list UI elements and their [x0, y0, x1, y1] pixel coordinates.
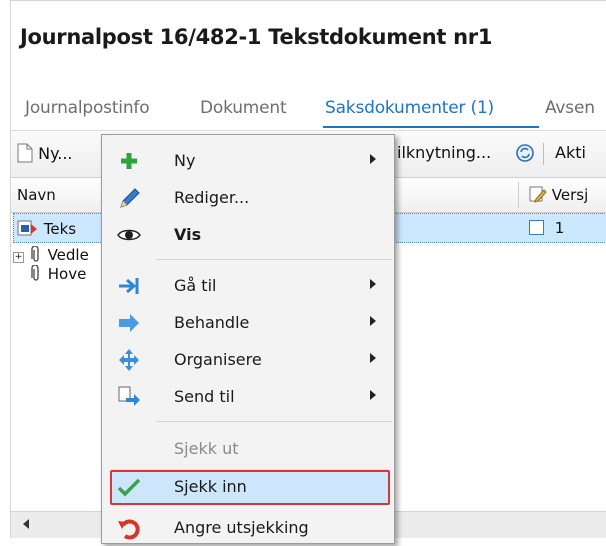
- refresh-icon-graphic: [516, 144, 534, 162]
- menu-item-sjekk-ut[interactable]: Sjekk ut: [102, 430, 394, 467]
- submenu-arrow-icon: [370, 316, 376, 326]
- new-button-label: Ny...: [38, 144, 73, 163]
- menu-item-ny[interactable]: Ny: [102, 142, 394, 179]
- menu-item-send-til[interactable]: Send til: [102, 378, 394, 415]
- submenu-arrow-icon: [370, 353, 376, 363]
- menu-item-vis[interactable]: Vis: [102, 216, 394, 253]
- plus-icon: [121, 153, 137, 169]
- version-checkbox[interactable]: [529, 220, 544, 235]
- column-separator[interactable]: [518, 182, 519, 208]
- version-cell[interactable]: 1: [529, 219, 564, 237]
- expand-icon[interactable]: +: [13, 252, 24, 263]
- new-button[interactable]: Ny...: [17, 143, 73, 163]
- link-button-label[interactable]: ilknytning...: [397, 143, 491, 162]
- menu-item-rediger[interactable]: Rediger...: [102, 179, 394, 216]
- table-row-document[interactable]: Teks: [17, 218, 76, 238]
- move-icon: [119, 349, 139, 371]
- send-icon: [118, 386, 140, 406]
- word-document-icon: [17, 220, 37, 236]
- submenu-arrow-icon: [370, 279, 376, 289]
- tab-journalpostinfo[interactable]: Journalpostinfo: [25, 98, 150, 118]
- paperclip-icon: [31, 264, 39, 281]
- tab-dokument[interactable]: Dokument: [200, 98, 287, 118]
- tree-item-label: Vedle: [47, 246, 89, 264]
- tree-item-label: Hove: [47, 265, 87, 283]
- pencil-icon: [120, 188, 140, 208]
- edit-document-icon: [529, 186, 547, 203]
- highlight-frame: [110, 470, 390, 505]
- column-header-name[interactable]: Navn: [17, 186, 56, 204]
- menu-separator: [156, 421, 392, 422]
- menu-item-behandle[interactable]: Behandle: [102, 304, 394, 341]
- tab-bar: Journalpostinfo Dokument Saksdokumenter …: [10, 60, 606, 130]
- version-value: 1: [554, 219, 565, 237]
- tab-saksdokumenter[interactable]: Saksdokumenter (1): [325, 98, 494, 118]
- column-header-version[interactable]: Versj: [529, 185, 588, 204]
- undo-icon: [118, 519, 140, 540]
- scroll-left-icon[interactable]: [23, 519, 29, 529]
- paperclip-icon: [31, 245, 39, 262]
- menu-item-angre-utsjekking[interactable]: Angre utsjekking: [102, 509, 394, 546]
- refresh-icon[interactable]: [515, 143, 535, 163]
- active-tab-indicator: [323, 126, 539, 128]
- window-title: Journalpost 16/482-1 Tekstdokument nr1: [10, 0, 606, 60]
- tree-item-attachments[interactable]: + Vedle: [13, 245, 89, 264]
- tab-avsender[interactable]: Avsen: [545, 98, 595, 118]
- menu-item-ga-til[interactable]: Gå til: [102, 267, 394, 304]
- process-arrow-icon: [119, 314, 139, 332]
- action-button-label[interactable]: Akti: [555, 143, 586, 162]
- eye-icon: [117, 229, 141, 241]
- toolbar-divider: [543, 143, 544, 165]
- document-icon: [17, 143, 33, 163]
- menu-item-organisere[interactable]: Organisere: [102, 341, 394, 378]
- submenu-arrow-icon: [370, 390, 376, 400]
- document-name: Teks: [43, 220, 77, 238]
- context-menu: Ny Rediger... Vis Gå til Behandle Organi…: [101, 134, 395, 544]
- column-header-version-label: Versj: [551, 186, 589, 204]
- tree-item-main[interactable]: Hove: [29, 264, 87, 283]
- goto-arrow-icon: [119, 278, 139, 294]
- menu-separator: [156, 259, 392, 260]
- submenu-arrow-icon: [370, 154, 376, 164]
